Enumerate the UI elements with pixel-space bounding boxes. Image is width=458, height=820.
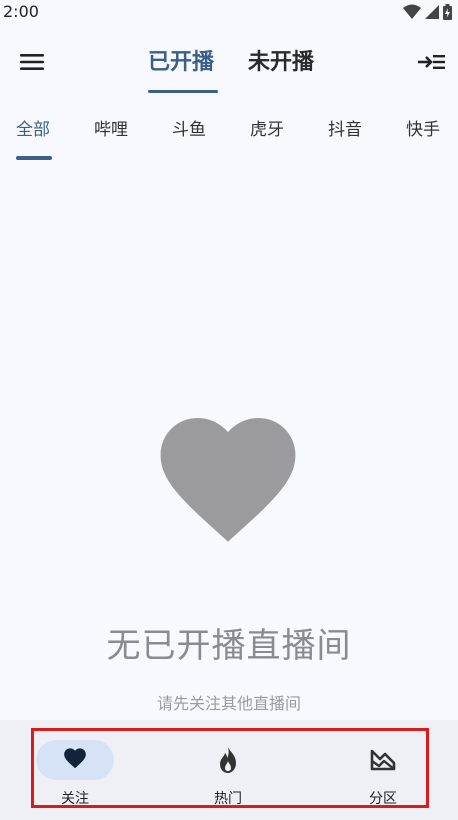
tab-offline[interactable]: 未开播 xyxy=(248,48,314,78)
arrow-collapse-icon xyxy=(418,55,445,69)
platform-tab-huya[interactable]: 虎牙 xyxy=(250,118,284,142)
platform-tab-douyu[interactable]: 斗鱼 xyxy=(172,118,206,142)
tab-live[interactable]: 已开播 xyxy=(148,48,214,78)
platform-tab-all[interactable]: 全部 xyxy=(16,118,50,142)
menu-button[interactable] xyxy=(16,46,48,78)
signal-icon xyxy=(425,5,439,19)
platform-tabs: 全部 哔哩 斗鱼 虎牙 抖音 快手 xyxy=(0,118,458,158)
status-bar: 2:00 xyxy=(0,0,458,24)
platform-tab-indicator xyxy=(16,156,52,160)
collapse-button[interactable] xyxy=(416,46,448,78)
menu-icon xyxy=(20,54,44,70)
status-icons xyxy=(403,3,452,21)
empty-state-title: 无已开播直播间 xyxy=(106,626,352,666)
empty-state-subtitle: 请先关注其他直播间 xyxy=(156,694,301,713)
status-time: 2:00 xyxy=(3,2,39,21)
highlight-box xyxy=(31,728,429,808)
heart-icon xyxy=(160,418,296,542)
tab-live-indicator xyxy=(148,90,218,93)
platform-tab-douyin[interactable]: 抖音 xyxy=(328,118,362,142)
wifi-icon xyxy=(403,4,421,19)
battery-icon xyxy=(443,4,452,20)
platform-tab-kuaishou[interactable]: 快手 xyxy=(406,118,440,142)
platform-tab-bilibili[interactable]: 哔哩 xyxy=(94,118,128,142)
